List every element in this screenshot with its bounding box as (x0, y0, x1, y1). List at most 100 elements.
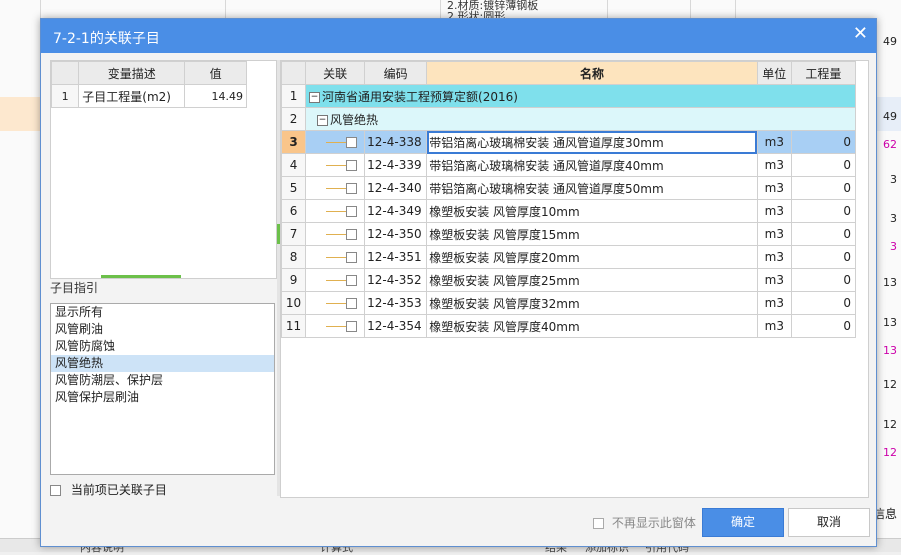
name-cell[interactable]: 带铝箔离心玻璃棉安装 通风管道厚度50mm (426, 176, 758, 200)
no-show-option[interactable]: 不再显示此窗体 (593, 514, 696, 531)
linked-only-option[interactable]: 当前项已关联子目 (50, 482, 167, 498)
code-cell[interactable]: 12-4-339 (364, 153, 428, 177)
name-cell[interactable]: 橡塑板安装 风管厚度10mm (426, 199, 758, 223)
code-cell[interactable]: 12-4-349 (364, 199, 428, 223)
row-num: 6 (280, 199, 307, 223)
name-cell[interactable]: 带铝箔离心玻璃棉安装 通风管道厚度30mm (426, 130, 758, 154)
name-cell[interactable]: 带铝箔离心玻璃棉安装 通风管道厚度40mm (426, 153, 758, 177)
table-row[interactable]: 1 子目工程量(m2) 14.49 (50, 84, 247, 108)
qty-cell[interactable]: 0 (790, 153, 857, 177)
ok-button[interactable]: 确定 (702, 508, 784, 537)
qty-cell[interactable]: 0 (790, 314, 857, 338)
dialog-title: 7-2-1的关联子目 (53, 31, 160, 47)
bg-right-value: 3 (890, 173, 897, 186)
var-value-header: 值 (184, 61, 247, 85)
qty-cell[interactable]: 0 (790, 176, 857, 200)
row-num: 1 (50, 84, 80, 108)
bg-right-value: 3 (890, 240, 897, 253)
no-show-label: 不再显示此窗体 (611, 516, 696, 530)
quota-row[interactable]: 4 12-4-339 带铝箔离心玻璃棉安装 通风管道厚度40mm m3 0 (280, 153, 857, 177)
tree-connector (326, 141, 349, 144)
name-cell[interactable]: 橡塑板安装 风管厚度40mm (426, 314, 758, 338)
guide-item-protective-painting[interactable]: 风管保护层刷油 (51, 389, 274, 406)
code-cell[interactable]: 12-4-354 (364, 314, 428, 338)
horizontal-splitter-grip[interactable] (101, 275, 181, 278)
code-cell[interactable]: 12-4-338 (364, 130, 428, 154)
collapse-icon[interactable]: − (317, 114, 329, 126)
unit-cell: m3 (756, 199, 792, 223)
link-cell (305, 199, 366, 223)
qty-cell[interactable]: 0 (790, 291, 857, 315)
group-row-quota-book[interactable]: 1 − 河南省通用安装工程预算定额(2016) (280, 84, 856, 108)
guide-item-moisture-protection[interactable]: 风管防潮层、保护层 (51, 372, 274, 389)
qty-cell[interactable]: 0 (790, 222, 857, 246)
quota-row[interactable]: 10 12-4-353 橡塑板安装 风管厚度32mm m3 0 (280, 291, 857, 315)
code-cell[interactable]: 12-4-351 (364, 245, 428, 269)
quota-row[interactable]: 3 12-4-338 带铝箔离心玻璃棉安装 通风管道厚度30mm m3 0 (280, 130, 857, 154)
unit-cell: m3 (756, 314, 792, 338)
name-header[interactable]: 名称 (426, 61, 758, 85)
tree-connector (326, 187, 349, 190)
collapse-icon[interactable]: − (309, 91, 321, 103)
tree-connector (326, 210, 349, 213)
link-cell (305, 245, 366, 269)
name-cell[interactable]: 橡塑板安装 风管厚度20mm (426, 245, 758, 269)
code-cell[interactable]: 12-4-340 (364, 176, 428, 200)
group-label: 河南省通用安装工程预算定额(2016) (322, 89, 518, 104)
tree-connector (326, 302, 349, 305)
guide-item-anticorrosion[interactable]: 风管防腐蚀 (51, 338, 274, 355)
qty-cell[interactable]: 0 (790, 245, 857, 269)
qty-cell[interactable]: 0 (790, 268, 857, 292)
quota-row[interactable]: 6 12-4-349 橡塑板安装 风管厚度10mm m3 0 (280, 199, 857, 223)
cancel-button[interactable]: 取消 (788, 508, 870, 537)
row-num: 4 (280, 153, 307, 177)
quota-row[interactable]: 7 12-4-350 橡塑板安装 风管厚度15mm m3 0 (280, 222, 857, 246)
bg-right-value: 13 (883, 276, 897, 289)
code-cell[interactable]: 12-4-353 (364, 291, 428, 315)
quota-row[interactable]: 11 12-4-354 橡塑板安装 风管厚度40mm m3 0 (280, 314, 857, 338)
link-checkbox[interactable] (346, 252, 358, 263)
name-cell[interactable]: 橡塑板安装 风管厚度25mm (426, 268, 758, 292)
link-checkbox[interactable] (346, 321, 358, 332)
link-cell (305, 130, 366, 154)
row-num: 10 (280, 291, 307, 315)
bg-right-value: 49 (883, 110, 897, 123)
link-checkbox[interactable] (346, 229, 358, 240)
link-cell (305, 314, 366, 338)
code-cell[interactable]: 12-4-352 (364, 268, 428, 292)
tree-connector (326, 256, 349, 259)
name-cell[interactable]: 橡塑板安装 风管厚度15mm (426, 222, 758, 246)
qty-cell[interactable]: 0 (790, 130, 857, 154)
var-desc-cell[interactable]: 子目工程量(m2) (78, 84, 186, 108)
quota-row[interactable]: 9 12-4-352 橡塑板安装 风管厚度25mm m3 0 (280, 268, 857, 292)
link-checkbox[interactable] (346, 183, 358, 194)
quota-row[interactable]: 5 12-4-340 带铝箔离心玻璃棉安装 通风管道厚度50mm m3 0 (280, 176, 857, 200)
link-checkbox[interactable] (346, 275, 358, 286)
link-header: 关联 (305, 61, 366, 85)
link-checkbox[interactable] (346, 298, 358, 309)
unit-cell: m3 (756, 153, 792, 177)
code-cell[interactable]: 12-4-350 (364, 222, 428, 246)
link-checkbox[interactable] (346, 160, 358, 171)
linked-only-checkbox[interactable] (50, 485, 61, 496)
bg-right-value: 12 (883, 378, 897, 391)
guide-item-all[interactable]: 显示所有 (51, 304, 274, 321)
qty-cell[interactable]: 0 (790, 199, 857, 223)
dialog-title-bar[interactable]: 7-2-1的关联子目 ✕ (41, 19, 876, 53)
close-icon[interactable]: ✕ (853, 23, 868, 44)
group-row-insulation[interactable]: 2 − 风管绝热 (280, 107, 856, 131)
bg-right-value: 13 (883, 344, 897, 357)
link-cell (305, 222, 366, 246)
code-header: 编码 (364, 61, 428, 85)
guide-item-painting[interactable]: 风管刷油 (51, 321, 274, 338)
group-cell: − 河南省通用安装工程预算定额(2016) (305, 84, 856, 108)
guide-item-insulation[interactable]: 风管绝热 (51, 355, 274, 372)
link-checkbox[interactable] (346, 137, 358, 148)
quota-row[interactable]: 8 12-4-351 橡塑板安装 风管厚度20mm m3 0 (280, 245, 857, 269)
unit-cell: m3 (756, 291, 792, 315)
link-checkbox[interactable] (346, 206, 358, 217)
var-value-cell[interactable]: 14.49 (184, 84, 247, 108)
name-cell[interactable]: 橡塑板安装 风管厚度32mm (426, 291, 758, 315)
bg-highlight-band (0, 97, 40, 131)
no-show-checkbox[interactable] (593, 518, 604, 529)
